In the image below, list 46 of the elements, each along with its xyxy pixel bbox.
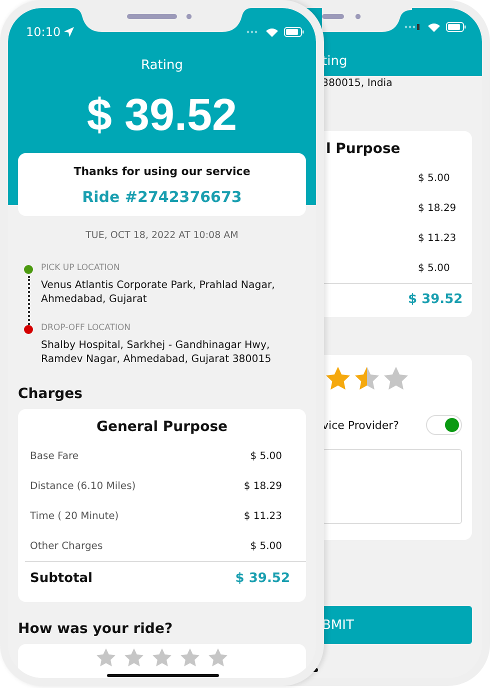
subtotal-label: Subtotal xyxy=(30,570,93,586)
comment-field[interactable] xyxy=(322,449,462,524)
charge-amount: $ 11.23 xyxy=(417,232,458,246)
section-heading: How was your ride? xyxy=(18,621,174,637)
ride-date: TUE, OCT 18, 2022 AT 10:08 AM xyxy=(84,230,240,241)
location-label: DROP-OFF LOCATION xyxy=(41,323,132,333)
location-label: PICK UP LOCATION xyxy=(41,263,121,273)
star-icon[interactable] xyxy=(95,647,117,669)
charge-amount: $ 5.00 xyxy=(417,172,451,186)
charge-amount: $ 18.29 xyxy=(417,202,458,216)
submit-button[interactable]: BMIT xyxy=(322,606,472,644)
star-icon[interactable] xyxy=(207,647,229,669)
fare-amount: $ 39.52 xyxy=(86,89,238,141)
charge-label: Time ( 20 Minute) xyxy=(30,510,119,522)
charge-label: Distance (6.10 Miles) xyxy=(30,480,136,492)
charge-label: Base Fare xyxy=(30,450,79,462)
section-heading: Charges xyxy=(18,386,84,402)
star-icon[interactable] xyxy=(151,647,173,669)
charge-amount: $ 5.00 xyxy=(250,540,282,552)
location-address: Venus Atlantis Corporate Park, Prahlad Nagar, Ahmedabad, Gujarat xyxy=(41,279,276,307)
screen-title: Rating xyxy=(140,58,184,73)
signal-icon xyxy=(404,24,422,30)
address-text: 380015, India xyxy=(322,78,394,89)
ride-number: Ride #2742376673 xyxy=(81,188,243,206)
star-icon[interactable] xyxy=(123,647,145,669)
card-title: General Purpose xyxy=(95,419,229,435)
charge-amount: $ 11.23 xyxy=(244,510,282,522)
signal-icon xyxy=(246,30,260,34)
battery-icon xyxy=(446,22,466,32)
charge-amount: $ 18.29 xyxy=(244,480,282,492)
location-arrow-icon xyxy=(64,27,74,37)
star-rating[interactable] xyxy=(95,647,229,669)
status-time: 10:10 xyxy=(26,25,61,39)
wifi-icon xyxy=(266,28,278,36)
thanks-text: Thanks for using our service xyxy=(72,165,252,178)
charge-label: Other Charges xyxy=(30,540,103,552)
wifi-icon xyxy=(428,22,440,32)
subtotal-amount: $ 39.52 xyxy=(235,570,290,586)
battery-icon xyxy=(284,27,304,37)
location-address: Shalby Hospital, Sarkhej - Gandhinagar Hwy, Ramdev Nagar, Ahmedabad, Gujarat 380015 xyxy=(41,339,272,367)
charge-amount: $ 5.00 xyxy=(250,450,282,462)
charge-amount: $ 5.00 xyxy=(417,262,451,276)
toggle-switch[interactable] xyxy=(426,415,462,435)
subtotal-amount: $ 39.52 xyxy=(407,291,464,307)
card-title: l Purpose xyxy=(325,141,402,157)
star-icon[interactable] xyxy=(179,647,201,669)
